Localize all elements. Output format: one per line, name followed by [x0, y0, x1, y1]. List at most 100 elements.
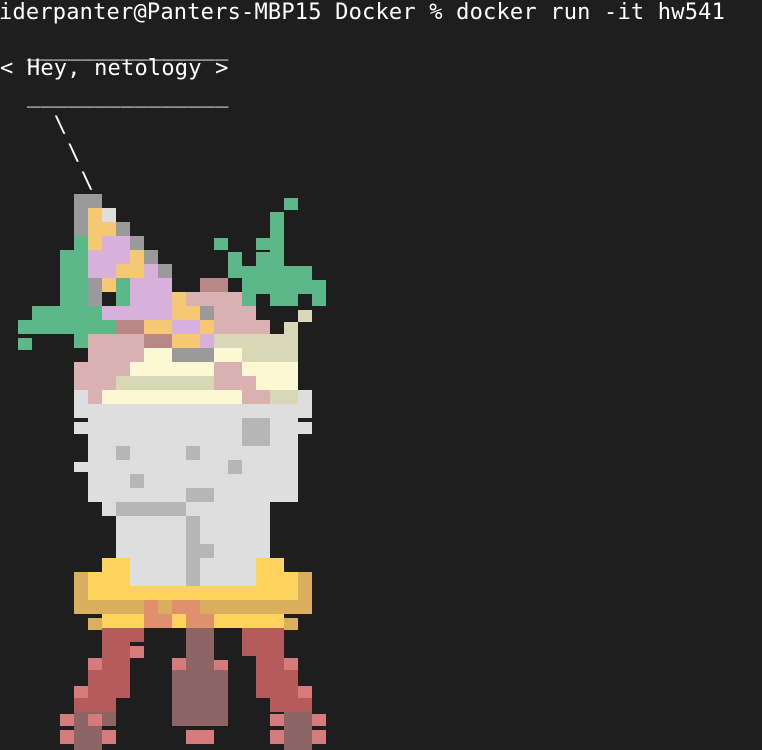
glass-base: [74, 586, 88, 614]
glass-base: [214, 614, 284, 628]
fruit-piece: [200, 306, 214, 320]
right-leg: [270, 714, 284, 726]
glass-base: [172, 614, 186, 628]
center-leg: [172, 658, 186, 670]
sprig-blossom: [172, 292, 186, 306]
fruit-piece: [214, 320, 256, 334]
right-foot: [270, 730, 284, 744]
cream-layer: [116, 376, 214, 390]
sprig-blossom: [130, 278, 172, 306]
left-leg: [88, 670, 102, 698]
glass-base: [88, 600, 144, 614]
glass-base: [284, 618, 298, 630]
center-leg: [214, 660, 228, 670]
right-leg: [312, 714, 326, 726]
fruit-piece: [256, 320, 270, 334]
sprig-blossom: [116, 264, 144, 278]
left-foot: [74, 726, 102, 750]
right-leg: [256, 656, 284, 698]
terminal-window[interactable]: iderpanter@Panters-MBP15 Docker % docker…: [0, 0, 762, 750]
sprig-blossom: [144, 264, 158, 278]
left-leg: [130, 646, 144, 658]
glass-base: [88, 572, 130, 586]
sprig-stem: [74, 194, 102, 208]
center-leg: [186, 656, 214, 670]
right-foot: [284, 726, 312, 750]
fruit-piece: [242, 390, 270, 404]
sprig-blossom: [144, 320, 172, 334]
glass-rim: [298, 390, 312, 418]
glass-shadow: [186, 516, 200, 586]
right-leg: [242, 642, 284, 656]
sprig-blossom: [102, 236, 130, 250]
right-leg: [298, 686, 312, 698]
cream-dollop: [284, 322, 298, 334]
glass-base: [200, 600, 298, 614]
left-leaf: [18, 338, 32, 350]
glass-body: [298, 422, 312, 434]
right-leaf: [242, 266, 256, 306]
cream-layer: [144, 348, 172, 362]
glass-rim: [88, 404, 298, 418]
left-foot: [102, 730, 116, 744]
cream-layer: [158, 390, 200, 404]
center-leg: [172, 670, 228, 726]
fruit-piece: [88, 348, 144, 362]
left-leaf: [60, 250, 88, 264]
fruit-piece: [200, 334, 214, 348]
fruit-piece: [116, 334, 144, 348]
sprig-blossom: [200, 320, 214, 334]
cream-layer: [214, 348, 242, 362]
right-leg: [242, 628, 284, 642]
cream-layer: [200, 390, 242, 404]
fruit-piece: [172, 334, 200, 348]
fruit-piece: [200, 278, 228, 292]
left-leaf: [116, 278, 130, 306]
sprig-blossom: [172, 306, 200, 320]
glass-base: [158, 600, 172, 614]
fruit-piece: [88, 390, 102, 404]
right-leaf: [284, 198, 298, 210]
glass-shadow: [228, 460, 242, 474]
glass-base: [144, 614, 172, 628]
left-leg: [102, 628, 144, 642]
sprig-blossom: [88, 222, 116, 236]
fruit-piece: [144, 334, 172, 348]
glass-shadow: [116, 446, 130, 460]
glass-base: [186, 614, 214, 628]
glass-base: [102, 614, 144, 628]
fruit-piece: [172, 348, 214, 362]
glass-base: [88, 618, 102, 630]
right-leaf: [228, 252, 242, 278]
glass-base: [88, 586, 298, 600]
sprig-stem: [130, 236, 144, 250]
glass-base: [298, 586, 312, 614]
left-leaf: [74, 236, 88, 250]
sprig-blossom: [102, 306, 116, 320]
left-foot: [60, 730, 74, 744]
glass-base: [74, 572, 88, 586]
sprig-stem: [88, 278, 102, 306]
glass-base: [256, 558, 284, 572]
right-foot: [312, 730, 326, 744]
glass-body: [74, 422, 88, 434]
right-leaf: [270, 224, 284, 280]
left-leg: [102, 642, 130, 656]
sprig-blossom: [116, 320, 144, 334]
glass-shadow: [116, 502, 186, 516]
glass-body: [88, 490, 102, 500]
sprig-blossom: [172, 320, 200, 334]
left-leg: [102, 656, 130, 698]
fruit-piece: [214, 376, 256, 390]
glass-base: [102, 558, 130, 572]
cream-layer: [214, 334, 298, 348]
left-leg: [60, 714, 74, 726]
left-leg: [74, 698, 116, 712]
glass-base: [256, 572, 298, 586]
sprig-blossom: [130, 250, 144, 264]
center-leg: [186, 642, 214, 656]
left-leg: [74, 686, 88, 698]
glass-body: [74, 462, 88, 472]
glass-shadow: [130, 474, 144, 488]
left-leaf: [60, 264, 88, 306]
